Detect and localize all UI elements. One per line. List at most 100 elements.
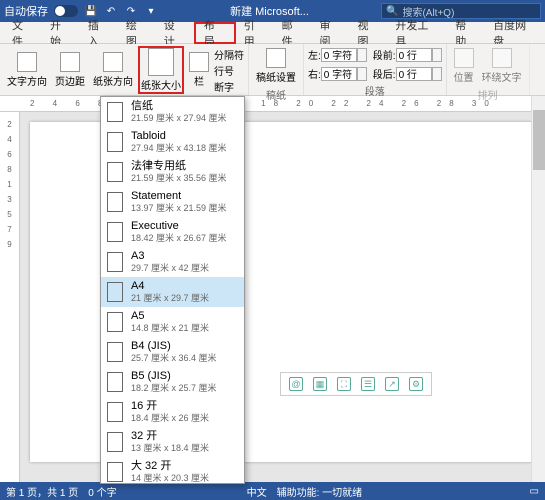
page-icon (107, 132, 123, 152)
text-direction-button[interactable]: 文字方向 (4, 50, 50, 90)
paper-size-option[interactable]: A329.7 厘米 x 42 厘米 (101, 247, 244, 277)
tab-review[interactable]: 审阅 (312, 22, 350, 44)
paper-name: A3 (131, 250, 209, 263)
tab-file[interactable]: 文件 (4, 22, 42, 44)
word-count[interactable]: 0 个字 (88, 484, 116, 499)
paper-name: 16 开 (131, 400, 209, 413)
manuscript-button[interactable]: 稿纸设置 (253, 46, 299, 86)
paper-size-option[interactable]: 大 32 开14 厘米 x 20.3 厘米 (101, 457, 244, 484)
page-icon (107, 432, 123, 452)
page-area: @ ▦ ⛶ ☰ ↗ ⚙ (20, 112, 545, 482)
tab-insert[interactable]: 插入 (80, 22, 118, 44)
position-button: 位置 (451, 46, 477, 86)
paper-size-button[interactable]: 纸张大小 (138, 46, 184, 94)
tab-design[interactable]: 设计 (156, 22, 194, 44)
indent-left[interactable]: 左: (308, 47, 367, 62)
tab-references[interactable]: 引用 (236, 22, 274, 44)
paper-dimensions: 18.2 厘米 x 25.7 厘米 (131, 383, 217, 394)
page-icon (107, 402, 123, 422)
paper-dimensions: 13.97 厘米 x 21.59 厘米 (131, 203, 227, 214)
paper-dimensions: 14.8 厘米 x 21 厘米 (131, 323, 209, 334)
paper-name: 大 32 开 (131, 460, 209, 473)
page-icon (107, 222, 123, 242)
paper-name: 法律专用纸 (131, 160, 227, 173)
accessibility-status[interactable]: 辅助功能: 一切就绪 (277, 484, 363, 499)
paper-size-option[interactable]: 32 开13 厘米 x 18.4 厘米 (101, 427, 244, 457)
paper-size-dropdown: 信纸21.59 厘米 x 27.94 厘米Tabloid27.94 厘米 x 4… (100, 96, 245, 484)
group-page-setup: 文字方向 页边距 纸张方向 纸张大小 栏 分隔符 行号 断字 页面设置 (0, 44, 249, 95)
paper-size-option[interactable]: Executive18.42 厘米 x 26.67 厘米 (101, 217, 244, 247)
doc-title: 新建 Microsoft... (158, 3, 381, 19)
paper-dimensions: 25.7 厘米 x 36.4 厘米 (131, 353, 217, 364)
spacing-after[interactable]: 段后: (373, 66, 442, 81)
group-paragraph: 左: 段前: 右: 段后: 段落 (304, 44, 447, 95)
page-icon (107, 282, 123, 302)
ribbon-tabs: 文件 开始 插入 绘图 设计 布局 引用 邮件 审阅 视图 开发工具 帮助 百度… (0, 22, 545, 44)
paper-size-option[interactable]: B5 (JIS)18.2 厘米 x 25.7 厘米 (101, 367, 244, 397)
autosave-toggle[interactable] (54, 5, 78, 17)
paper-size-option[interactable]: 16 开18.4 厘米 x 26 厘米 (101, 397, 244, 427)
paper-size-option[interactable]: 信纸21.59 厘米 x 27.94 厘米 (101, 97, 244, 127)
scrollbar-vertical[interactable] (531, 96, 545, 482)
paper-dimensions: 18.42 厘米 x 26.67 厘米 (131, 233, 227, 244)
tab-layout[interactable]: 布局 (194, 22, 236, 44)
tool-icon-3[interactable]: ⛶ (337, 377, 351, 391)
page-icon (107, 312, 123, 332)
tool-icon-5[interactable]: ↗ (385, 377, 399, 391)
tab-draw[interactable]: 绘图 (118, 22, 156, 44)
tab-view[interactable]: 视图 (349, 22, 387, 44)
line-numbers-button[interactable]: 行号 (214, 63, 244, 78)
group-manuscript: 稿纸设置 稿纸 (249, 44, 304, 95)
paper-name: 32 开 (131, 430, 209, 443)
tool-icon-2[interactable]: ▦ (313, 377, 327, 391)
tool-icon-6[interactable]: ⚙ (409, 377, 423, 391)
paper-size-option[interactable]: A514.8 厘米 x 21 厘米 (101, 307, 244, 337)
tab-home[interactable]: 开始 (42, 22, 80, 44)
paper-name: B4 (JIS) (131, 340, 217, 353)
floating-toolbar: @ ▦ ⛶ ☰ ↗ ⚙ (280, 372, 432, 396)
tab-baidu[interactable]: 百度网盘 (485, 22, 545, 44)
paper-name: Executive (131, 220, 227, 233)
search-icon: 🔍 (386, 6, 398, 17)
ribbon: 文字方向 页边距 纸张方向 纸张大小 栏 分隔符 行号 断字 页面设置 稿纸设置… (0, 44, 545, 96)
page-count[interactable]: 第 1 页，共 1 页 (6, 484, 78, 499)
ruler-vertical[interactable]: 246813579 (0, 112, 20, 482)
paper-dimensions: 21.59 厘米 x 27.94 厘米 (131, 113, 227, 124)
paper-size-option[interactable]: Tabloid27.94 厘米 x 43.18 厘米 (101, 127, 244, 157)
paper-size-option[interactable]: 法律专用纸21.59 厘米 x 35.56 厘米 (101, 157, 244, 187)
tab-mailings[interactable]: 邮件 (274, 22, 312, 44)
columns-button[interactable]: 栏 (186, 50, 212, 90)
orientation-button[interactable]: 纸张方向 (90, 50, 136, 90)
page-icon (107, 162, 123, 182)
page-icon (107, 372, 123, 392)
paper-dimensions: 29.7 厘米 x 42 厘米 (131, 263, 209, 274)
paper-name: 信纸 (131, 100, 227, 113)
paper-dimensions: 21.59 厘米 x 35.56 厘米 (131, 173, 227, 184)
paper-size-option[interactable]: B4 (JIS)25.7 厘米 x 36.4 厘米 (101, 337, 244, 367)
page-icon (107, 342, 123, 362)
page-icon (107, 192, 123, 212)
tab-help[interactable]: 帮助 (447, 22, 485, 44)
tool-icon-4[interactable]: ☰ (361, 377, 375, 391)
page-icon (107, 462, 123, 482)
focus-icon[interactable]: ▭ (530, 486, 539, 497)
wrap-text-button: 环绕文字 (479, 46, 525, 86)
paper-size-option[interactable]: Statement13.97 厘米 x 21.59 厘米 (101, 187, 244, 217)
workspace: 246813579 @ ▦ ⛶ ☰ ↗ ⚙ (0, 112, 545, 482)
paper-name: A4 (131, 280, 209, 293)
paper-size-option[interactable]: A421 厘米 x 29.7 厘米 (101, 277, 244, 307)
paper-dimensions: 13 厘米 x 18.4 厘米 (131, 443, 209, 454)
group-arrange: 位置 环绕文字 排列 (447, 44, 530, 95)
paper-dimensions: 21 厘米 x 29.7 厘米 (131, 293, 209, 304)
indent-right[interactable]: 右: (308, 66, 367, 81)
page-icon (107, 252, 123, 272)
language[interactable]: 中文 (247, 484, 267, 499)
margins-button[interactable]: 页边距 (52, 50, 88, 90)
breaks-button[interactable]: 分隔符 (214, 47, 244, 62)
tool-icon-1[interactable]: @ (289, 377, 303, 391)
spacing-before[interactable]: 段前: (373, 47, 442, 62)
statusbar: 第 1 页，共 1 页 0 个字 中文 辅助功能: 一切就绪 ▭ (0, 482, 545, 500)
paper-dimensions: 27.94 厘米 x 43.18 厘米 (131, 143, 227, 154)
tab-developer[interactable]: 开发工具 (387, 22, 447, 44)
hyphenation-button[interactable]: 断字 (214, 79, 244, 94)
